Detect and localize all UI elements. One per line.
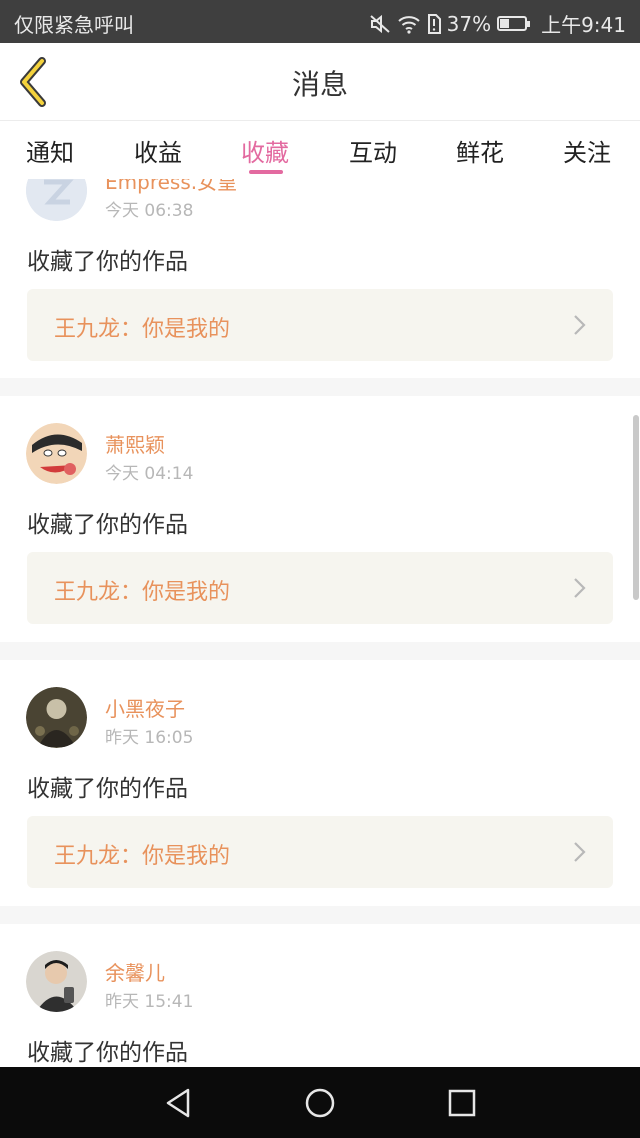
chevron-right-icon: [574, 315, 586, 335]
action-text: 收藏了你的作品: [27, 249, 188, 275]
tab-notifications[interactable]: 通知: [26, 133, 74, 168]
tab-bar: 通知 收益 收藏 互动 鲜花 关注: [0, 121, 640, 179]
timestamp: 昨天 15:41: [105, 992, 194, 1012]
list-item: 萧熙颖 今天 04:14 收藏了你的作品 王九龙：你是我的: [0, 396, 640, 642]
username[interactable]: Empress.女皇: [105, 179, 237, 195]
chevron-right-icon: [574, 578, 586, 598]
divider: [0, 642, 640, 660]
chevron-right-icon: [574, 842, 586, 862]
system-nav-bar: [0, 1067, 640, 1138]
action-text: 收藏了你的作品: [27, 1040, 188, 1066]
message-list[interactable]: Empress.女皇 今天 06:38 收藏了你的作品 王九龙：你是我的 萧熙颖…: [0, 179, 640, 1067]
battery-percent: 37%: [446, 11, 492, 36]
back-triangle-icon[interactable]: [160, 1085, 196, 1121]
action-text: 收藏了你的作品: [27, 776, 188, 802]
work-link[interactable]: 王九龙：你是我的: [27, 816, 613, 888]
timestamp: 昨天 16:05: [105, 728, 194, 748]
timestamp: 今天 06:38: [105, 201, 194, 221]
username[interactable]: 萧熙颖: [105, 429, 165, 458]
timestamp: 今天 04:14: [105, 464, 194, 484]
divider: [0, 378, 640, 396]
wifi-icon: [397, 14, 421, 34]
page-title: 消息: [291, 68, 348, 101]
sim-alert-icon: [427, 13, 441, 34]
list-item: 余馨儿 昨天 15:41 收藏了你的作品: [0, 924, 640, 1067]
work-title: 王九龙：你是我的: [54, 317, 231, 342]
home-circle-icon[interactable]: [302, 1085, 338, 1121]
recents-square-icon[interactable]: [444, 1085, 480, 1121]
action-text: 收藏了你的作品: [27, 512, 188, 538]
avatar[interactable]: [26, 951, 87, 1012]
tab-flowers[interactable]: 鲜花: [456, 133, 504, 168]
mute-icon: [369, 14, 391, 34]
work-title: 王九龙：你是我的: [54, 580, 231, 605]
list-item: 小黑夜子 昨天 16:05 收藏了你的作品 王九龙：你是我的: [0, 660, 640, 906]
battery-icon: [497, 16, 531, 31]
active-tab-indicator: [249, 170, 283, 174]
tab-favorites[interactable]: 收藏: [241, 133, 289, 168]
tab-following[interactable]: 关注: [563, 133, 611, 168]
status-time: 上午9:41: [541, 13, 626, 37]
status-bar: 仅限紧急呼叫 37% 上午9:41: [0, 0, 640, 43]
status-icons: 37% 上午9:41: [369, 9, 626, 38]
work-link[interactable]: 王九龙：你是我的: [27, 289, 613, 361]
avatar[interactable]: [26, 423, 87, 484]
username[interactable]: 小黑夜子: [105, 693, 185, 722]
work-link[interactable]: 王九龙：你是我的: [27, 552, 613, 624]
work-title: 王九龙：你是我的: [54, 844, 231, 869]
list-item: Empress.女皇 今天 06:38 收藏了你的作品 王九龙：你是我的: [0, 179, 640, 378]
avatar[interactable]: [26, 179, 87, 221]
tab-earnings[interactable]: 收益: [134, 133, 182, 168]
carrier-text: 仅限紧急呼叫: [14, 13, 134, 37]
avatar[interactable]: [26, 687, 87, 748]
divider: [0, 906, 640, 924]
username[interactable]: 余馨儿: [105, 957, 165, 986]
app-header: 消息: [0, 43, 640, 121]
scrollbar[interactable]: [633, 415, 639, 600]
tab-interactions[interactable]: 互动: [349, 133, 397, 168]
